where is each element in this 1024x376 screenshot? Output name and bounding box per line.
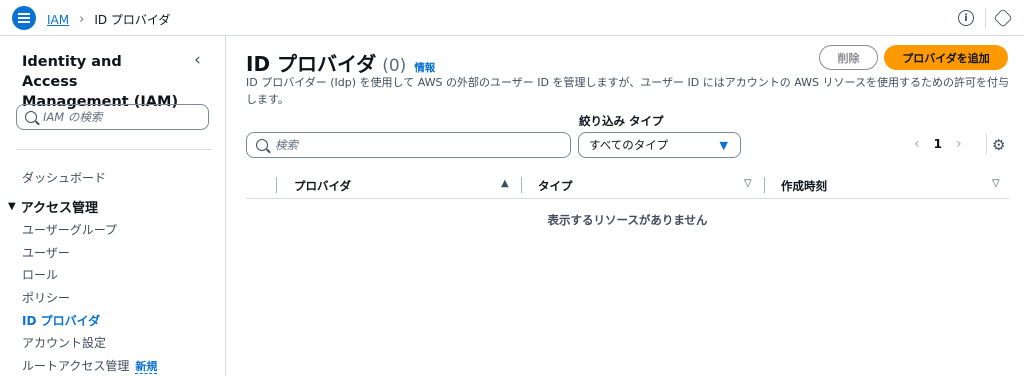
sidebar-item-dashboard[interactable]: ダッシュボード [22, 169, 106, 186]
main-content: ID プロバイダ (0) 情報 削除 プロバイダを追加 ID プロバイダー (I… [226, 36, 1024, 376]
provider-search[interactable] [246, 132, 571, 158]
info-icon[interactable]: i [958, 10, 974, 26]
sidebar: Identity and Access Management (IAM) ‹ ダ… [0, 36, 226, 376]
sort-ascending-icon[interactable]: ▲ [501, 178, 509, 189]
sidebar-title: Identity and Access Management (IAM) [22, 54, 179, 110]
sort-icon[interactable]: ▽ [744, 178, 752, 189]
pagination-divider [986, 134, 987, 154]
current-page-number[interactable]: 1 [934, 137, 942, 151]
column-separator [276, 177, 277, 193]
next-page-icon[interactable]: › [956, 136, 962, 152]
pagination: ‹ 1 › [914, 136, 962, 152]
sidebar-search[interactable] [16, 104, 209, 130]
add-provider-button[interactable]: プロバイダを追加 [884, 45, 1008, 70]
provider-search-input[interactable] [275, 138, 555, 152]
type-filter-select[interactable]: すべてのタイプ ▼ [578, 132, 741, 158]
caret-down-icon: ▼ [719, 138, 728, 152]
page-header: ID プロバイダ (0) 情報 [246, 48, 435, 77]
sidebar-search-input[interactable] [43, 110, 193, 124]
sort-icon[interactable]: ▽ [992, 178, 1000, 189]
breadcrumb-separator: › [79, 12, 85, 27]
column-separator [521, 177, 522, 193]
sidebar-item-label: ルートアクセス管理 [22, 359, 130, 373]
sidebar-item-user-groups[interactable]: ユーザーグループ [22, 221, 117, 238]
resource-count: (0) [382, 56, 407, 76]
settings-icon[interactable] [993, 8, 1013, 28]
breadcrumb-iam-link[interactable]: IAM [47, 13, 69, 27]
caret-down-icon: ▼ [8, 201, 16, 212]
previous-page-icon[interactable]: ‹ [914, 136, 920, 152]
filter-type-label: 絞り込み タイプ [579, 114, 664, 128]
sidebar-item-policies[interactable]: ポリシー [22, 289, 70, 306]
column-header-type[interactable]: タイプ [538, 178, 573, 194]
gear-icon[interactable]: ⚙ [992, 136, 1005, 154]
topbar-divider [985, 8, 986, 28]
info-link[interactable]: 情報 [414, 60, 435, 75]
column-separator [764, 177, 765, 193]
empty-state-message: 表示するリソースがありません [547, 213, 708, 227]
sidebar-divider [16, 149, 212, 150]
type-filter-value: すべてのタイプ [589, 138, 669, 152]
page-title: ID プロバイダ [246, 52, 377, 76]
sidebar-item-identity-providers[interactable]: ID プロバイダ [22, 312, 100, 329]
column-header-provider[interactable]: プロバイダ [294, 178, 351, 194]
column-header-creation-time[interactable]: 作成時刻 [781, 178, 827, 194]
hamburger-menu-icon[interactable] [12, 6, 36, 30]
breadcrumb-current: ID プロバイダ [94, 13, 171, 27]
sidebar-section-access-management[interactable]: ▼ アクセス管理 [8, 197, 98, 216]
sidebar-item-users[interactable]: ユーザー [22, 244, 70, 261]
search-icon [25, 111, 37, 123]
delete-button[interactable]: 削除 [819, 45, 878, 70]
sidebar-item-account-settings[interactable]: アカウント設定 [22, 334, 106, 351]
table-header: プロバイダ ▲ タイプ ▽ 作成時刻 ▽ [246, 171, 1009, 199]
page-description: ID プロバイダー (Idp) を使用して AWS の外部のユーザー ID を管… [246, 76, 1009, 106]
sidebar-close-icon[interactable]: ‹ [194, 50, 201, 70]
search-icon [256, 139, 268, 151]
breadcrumb: IAM › ID プロバイダ [47, 11, 170, 28]
new-badge: 新規 [135, 360, 158, 374]
top-navigation-bar: IAM › ID プロバイダ i [0, 0, 1024, 36]
sidebar-item-roles[interactable]: ロール [22, 266, 58, 283]
sidebar-section-title: アクセス管理 [20, 201, 99, 216]
sidebar-item-root-access[interactable]: ルートアクセス管理 新規 [22, 357, 158, 374]
